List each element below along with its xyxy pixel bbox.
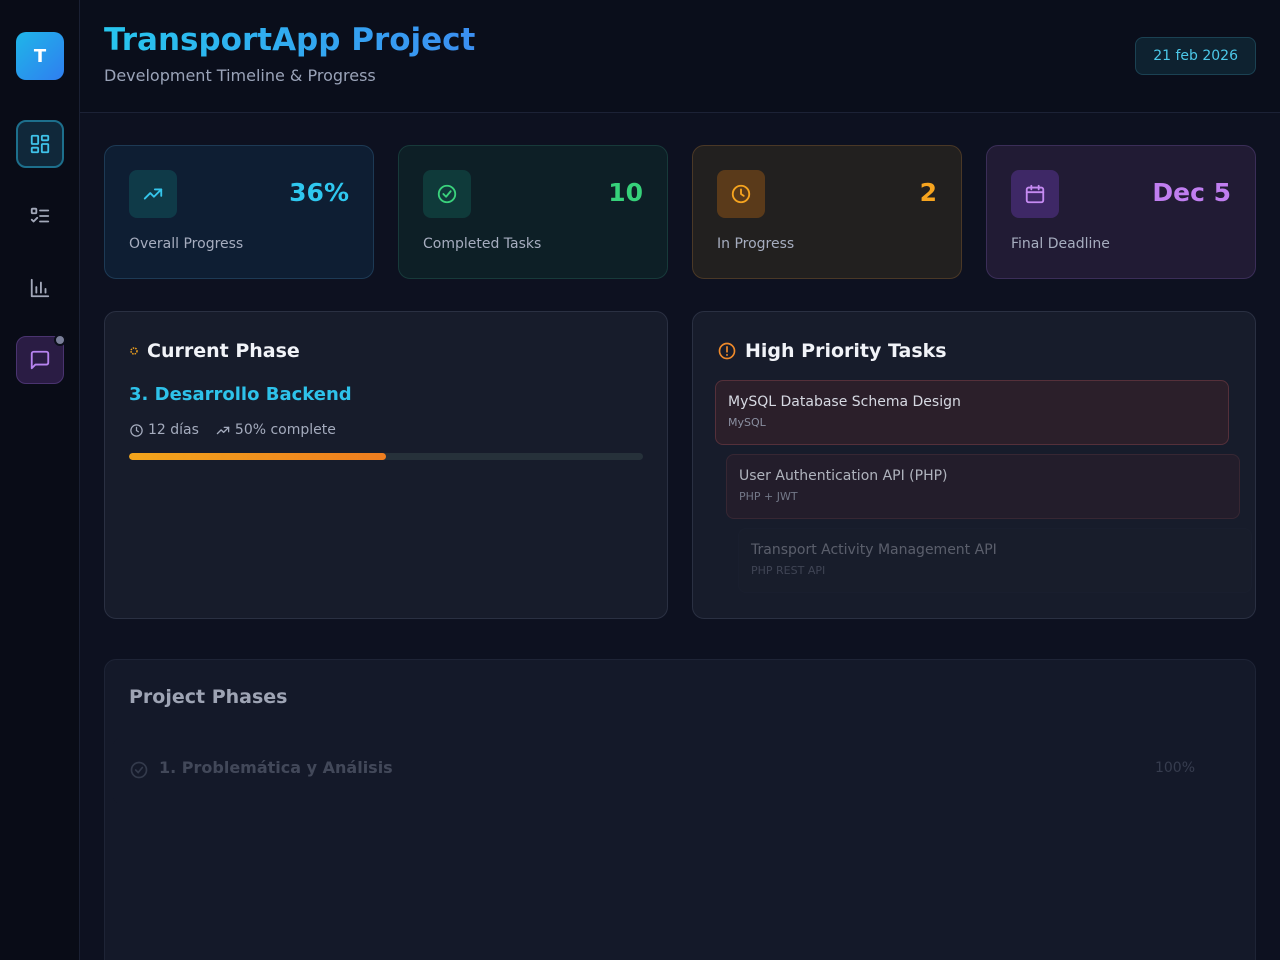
stat-card-overall-progress: 36% Overall Progress	[104, 145, 374, 279]
phase-progress-bar	[129, 453, 643, 460]
trending-up-icon	[215, 423, 231, 438]
task-tech: PHP + JWT	[739, 490, 798, 503]
nav-chat-button[interactable]	[16, 334, 66, 384]
stat-value: 36%	[289, 178, 349, 207]
nav-analytics-button[interactable]	[16, 264, 64, 312]
task-title: MySQL Database Schema Design	[728, 394, 961, 410]
phase-row-percent: 100%	[1154, 760, 1195, 776]
nav-tasks-button[interactable]	[16, 192, 64, 240]
task-tech: MySQL	[728, 416, 766, 429]
stat-value: 2	[919, 178, 937, 207]
stat-card-final-deadline: Dec 5 Final Deadline	[986, 145, 1256, 279]
current-phase-meta: 12 días 50% complete	[129, 422, 336, 438]
clock-icon	[717, 170, 765, 218]
priority-task-item[interactable]: User Authentication API (PHP) PHP + JWT	[726, 454, 1240, 519]
stat-value: 10	[608, 178, 643, 207]
stat-card-completed-tasks: 10 Completed Tasks	[398, 145, 668, 279]
current-phase-panel: Current Phase 3. Desarrollo Backend 12 d…	[104, 311, 668, 619]
current-phase-name: 3. Desarrollo Backend	[129, 384, 352, 405]
phase-progress-fill	[129, 453, 386, 460]
clock-icon	[129, 423, 144, 438]
calendar-icon	[1011, 170, 1059, 218]
stat-label: Final Deadline	[1011, 236, 1110, 252]
task-title: Transport Activity Management API	[751, 542, 997, 558]
phase-row[interactable]: 1. Problemática y Análisis 100%	[113, 738, 1209, 804]
stat-card-in-progress: 2 In Progress	[692, 145, 962, 279]
stat-label: In Progress	[717, 236, 795, 252]
page-subtitle: Development Timeline & Progress	[104, 66, 376, 85]
alert-circle-icon	[717, 341, 737, 361]
high-priority-title: High Priority Tasks	[745, 340, 947, 362]
priority-task-item[interactable]: Transport Activity Management API PHP RE…	[738, 528, 1252, 593]
stat-label: Completed Tasks	[423, 236, 542, 252]
checklist-icon	[29, 205, 51, 227]
priority-task-item[interactable]: MySQL Database Schema Design MySQL	[715, 380, 1229, 445]
current-phase-heading: Current Phase	[129, 340, 300, 362]
trending-up-icon	[129, 170, 177, 218]
phase-duration: 12 días	[129, 422, 199, 438]
phase-progress: 50% complete	[215, 422, 336, 438]
phase-progress-text: 50% complete	[234, 422, 336, 438]
check-circle-icon	[423, 170, 471, 218]
current-phase-title: Current Phase	[147, 340, 300, 362]
phase-duration-text: 12 días	[148, 422, 199, 438]
stat-value: Dec 5	[1152, 178, 1231, 207]
page-title: TransportApp Project	[104, 22, 476, 58]
high-priority-panel: High Priority Tasks MySQL Database Schem…	[692, 311, 1256, 619]
app-logo[interactable]: T	[16, 32, 64, 80]
project-phases-panel: Project Phases 1. Problemática y Análisi…	[104, 659, 1256, 960]
nav-dashboard-button[interactable]	[16, 120, 64, 168]
task-tech: PHP REST API	[751, 564, 826, 577]
date-badge: 21 feb 2026	[1135, 37, 1256, 75]
high-priority-heading: High Priority Tasks	[717, 340, 947, 362]
phase-row-name: 1. Problemática y Análisis	[159, 758, 393, 777]
notification-dot	[54, 334, 66, 346]
check-circle-icon	[129, 760, 149, 780]
task-title: User Authentication API (PHP)	[739, 468, 948, 484]
sidebar: T	[0, 0, 80, 960]
stat-label: Overall Progress	[129, 236, 244, 252]
bar-chart-icon	[29, 277, 51, 299]
project-phases-title: Project Phases	[129, 686, 288, 708]
sparkle-icon	[129, 346, 139, 356]
chat-icon	[29, 349, 51, 371]
grid-icon	[29, 133, 51, 155]
header: TransportApp Project Development Timelin…	[80, 0, 1280, 113]
